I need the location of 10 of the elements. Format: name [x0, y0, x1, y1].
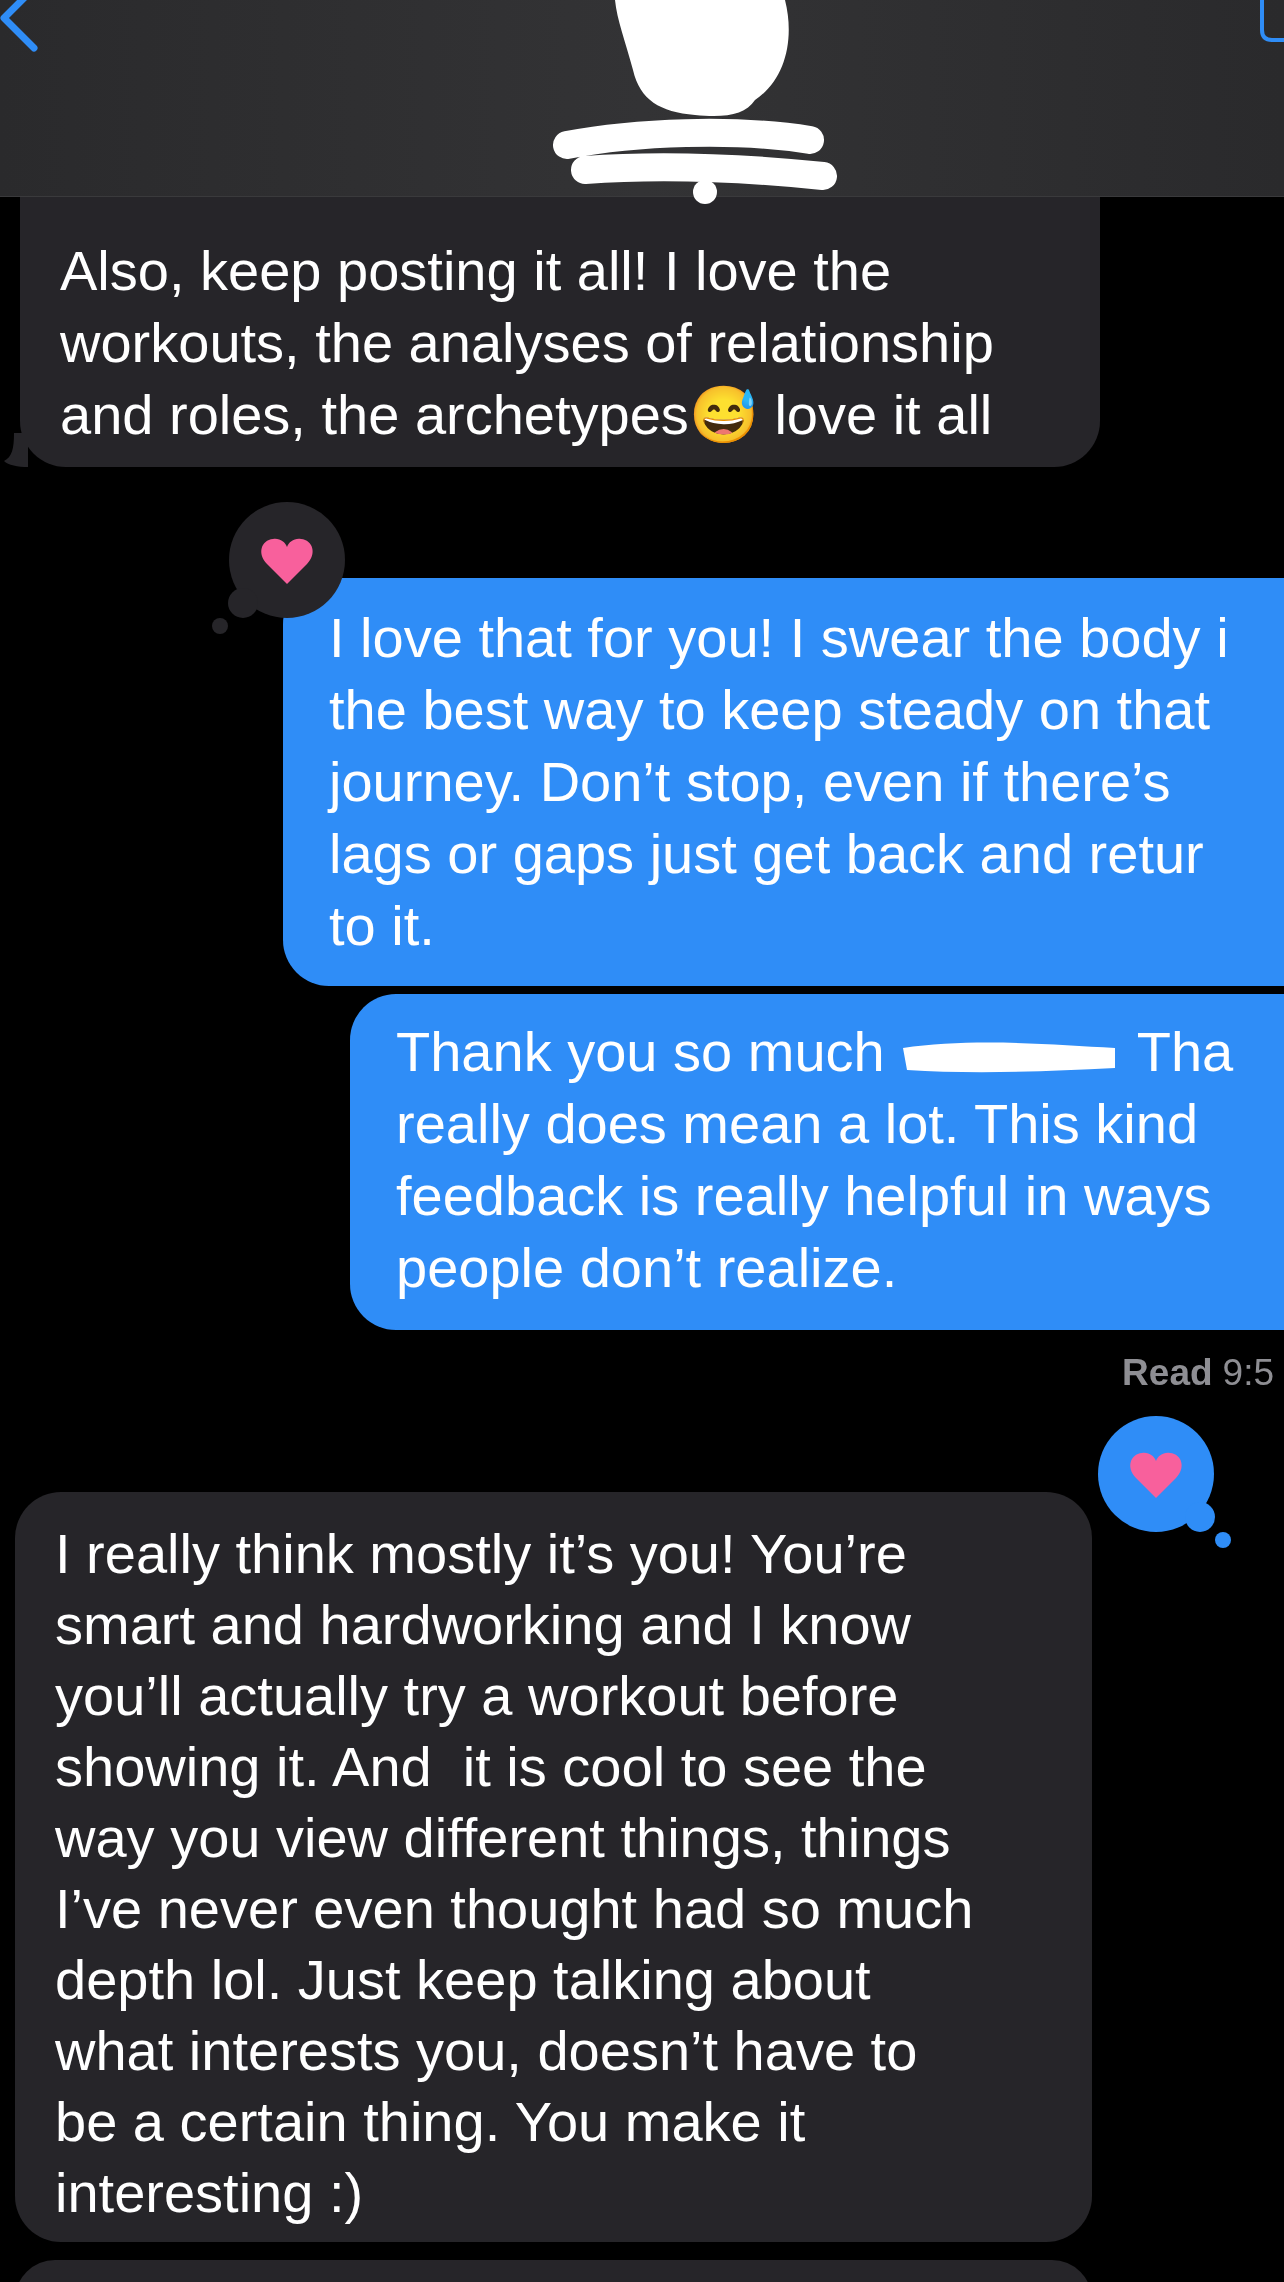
- message-text: I really think mostly it’s you! You’re smart and hardworking and I know you’ll actually try a workout before showing it. And it is cool to see the way you view different things, things I’ve never even thought had so much depth lol. Just keep talking about what interests you, doesn’t have to be a certain thing. You make it interesting :): [55, 1521, 975, 2226]
- video-icon[interactable]: [1258, 0, 1284, 44]
- message-text: I love that for you! I swear the body i the best way to keep steady on that journey. Don’t stop, even if there’s lags or gaps just get back and retur to it.: [329, 605, 1230, 959]
- read-receipt: Read: [1122, 1351, 1213, 1395]
- message-text: Also, keep posting it all! I love the workouts, the analyses of relationship and roles, the archetypes😅 love it all: [60, 238, 995, 448]
- back-icon[interactable]: [0, 0, 40, 52]
- message-text: Thank you so much: [396, 1020, 885, 1083]
- message-text: Tha: [1136, 1020, 1234, 1083]
- message-text: really does mean a lot. This kind feedback is really helpful in ways people don’t realize.: [396, 1091, 1213, 1301]
- receipt-time: 9:5: [1222, 1351, 1274, 1395]
